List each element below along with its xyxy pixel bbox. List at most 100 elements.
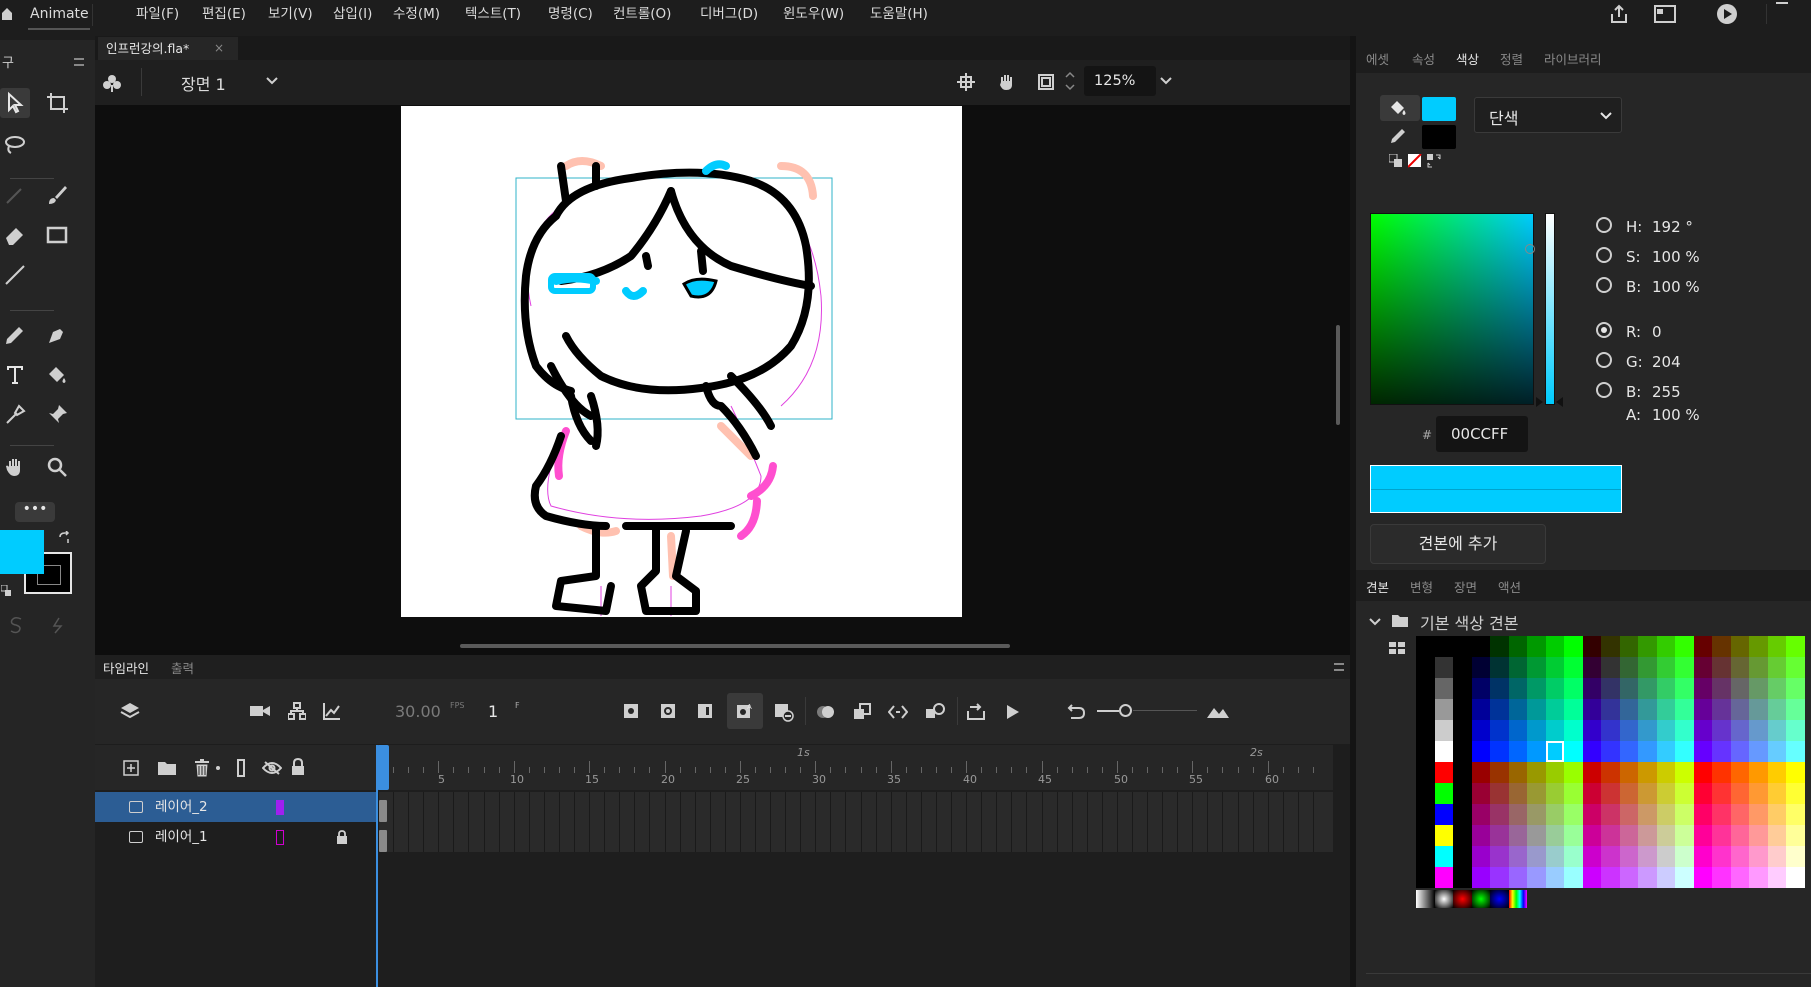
color-swatch[interactable] bbox=[1712, 720, 1731, 741]
frames-row[interactable] bbox=[378, 792, 1333, 822]
current-frame[interactable]: 1 bbox=[488, 702, 498, 721]
tab-scene[interactable]: 장면 bbox=[1454, 575, 1477, 601]
alpha-value[interactable]: 100 % bbox=[1652, 406, 1700, 424]
color-swatch[interactable] bbox=[1490, 804, 1509, 825]
pencil-tool-icon[interactable] bbox=[0, 320, 30, 350]
menu-control[interactable]: 컨트롤(O) bbox=[613, 0, 671, 28]
color-swatch[interactable] bbox=[1749, 720, 1768, 741]
color-swatch[interactable] bbox=[1619, 867, 1638, 888]
add-to-swatches-button[interactable]: 견본에 추가 bbox=[1370, 524, 1546, 564]
color-swatch[interactable] bbox=[1712, 678, 1731, 699]
color-swatch[interactable] bbox=[1619, 804, 1638, 825]
color-swatch[interactable] bbox=[1434, 741, 1453, 762]
color-swatch[interactable] bbox=[1656, 804, 1675, 825]
color-swatch[interactable] bbox=[1416, 741, 1435, 762]
color-swatch[interactable] bbox=[1619, 846, 1638, 867]
color-swatch[interactable] bbox=[1434, 783, 1453, 804]
color-swatch[interactable] bbox=[1582, 762, 1601, 783]
color-swatch[interactable] bbox=[1712, 657, 1731, 678]
tab-library[interactable]: 라이브러리 bbox=[1544, 47, 1602, 73]
swap-icon[interactable] bbox=[1426, 153, 1442, 169]
test-movie-icon[interactable] bbox=[1714, 1, 1740, 27]
color-swatch[interactable] bbox=[1730, 636, 1749, 657]
selection-tool-icon[interactable] bbox=[0, 88, 30, 118]
lock-layers-icon[interactable] bbox=[289, 757, 307, 777]
color-swatch[interactable] bbox=[1434, 804, 1453, 825]
delete-layer-icon[interactable] bbox=[192, 758, 212, 778]
camera-icon[interactable] bbox=[248, 699, 272, 723]
color-swatch[interactable] bbox=[1675, 678, 1694, 699]
tab-color[interactable]: 색상 bbox=[1456, 47, 1480, 75]
fps-value[interactable]: 30.00 bbox=[395, 702, 441, 721]
paint-bucket-tool-icon[interactable] bbox=[42, 360, 72, 390]
pen-tool-icon[interactable] bbox=[42, 320, 72, 350]
color-swatch[interactable] bbox=[1508, 678, 1527, 699]
onion-skin-icon[interactable] bbox=[815, 701, 837, 723]
color-swatch[interactable] bbox=[1786, 678, 1805, 699]
color-swatch[interactable] bbox=[1490, 867, 1509, 888]
menu-edit[interactable]: 편집(E) bbox=[202, 0, 246, 28]
tab-transform[interactable]: 변형 bbox=[1410, 575, 1433, 601]
color-swatch[interactable] bbox=[1453, 720, 1472, 741]
color-swatch[interactable] bbox=[1712, 804, 1731, 825]
color-swatch[interactable] bbox=[1693, 846, 1712, 867]
pin-tool-icon[interactable] bbox=[42, 400, 72, 430]
color-swatch[interactable] bbox=[1730, 825, 1749, 846]
menu-debug[interactable]: 디버그(D) bbox=[700, 0, 758, 28]
color-swatch[interactable] bbox=[1712, 636, 1731, 657]
gradient-swatch[interactable] bbox=[1508, 890, 1527, 908]
color-swatch[interactable] bbox=[1582, 867, 1601, 888]
default-colors-icon[interactable] bbox=[0, 584, 12, 598]
keyframe[interactable] bbox=[379, 800, 387, 822]
insert-frame-icon[interactable] bbox=[695, 701, 715, 721]
chevron-down-icon[interactable] bbox=[1368, 616, 1382, 628]
color-swatch[interactable] bbox=[1527, 741, 1546, 762]
color-swatch[interactable] bbox=[1601, 699, 1620, 720]
snap-icon[interactable] bbox=[6, 615, 26, 635]
color-swatch[interactable] bbox=[1619, 762, 1638, 783]
color-swatch[interactable] bbox=[1638, 741, 1657, 762]
gradient-swatch[interactable] bbox=[1434, 890, 1453, 908]
color-swatch[interactable] bbox=[1601, 825, 1620, 846]
color-swatch[interactable] bbox=[1730, 678, 1749, 699]
color-swatch[interactable] bbox=[1434, 657, 1453, 678]
color-swatch[interactable] bbox=[1490, 741, 1509, 762]
color-swatch[interactable] bbox=[1527, 846, 1546, 867]
color-swatch[interactable] bbox=[1471, 783, 1490, 804]
chevron-down-icon[interactable] bbox=[265, 74, 279, 88]
color-swatch[interactable] bbox=[1730, 846, 1749, 867]
color-swatch[interactable] bbox=[1638, 720, 1657, 741]
new-layer-icon[interactable] bbox=[121, 758, 141, 778]
color-swatch[interactable] bbox=[1656, 678, 1675, 699]
color-swatch[interactable] bbox=[1564, 804, 1583, 825]
color-swatch[interactable] bbox=[1471, 657, 1490, 678]
home-icon[interactable] bbox=[0, 4, 14, 24]
color-swatch[interactable] bbox=[1490, 825, 1509, 846]
grid-view-icon[interactable] bbox=[1388, 641, 1406, 655]
frames-row[interactable] bbox=[378, 822, 1333, 852]
color-swatch[interactable] bbox=[1619, 699, 1638, 720]
hide-layers-icon[interactable] bbox=[261, 759, 283, 777]
gradient-swatch[interactable] bbox=[1471, 890, 1490, 908]
color-swatch[interactable] bbox=[1471, 741, 1490, 762]
radio-h[interactable] bbox=[1596, 217, 1612, 233]
menu-help[interactable]: 도움말(H) bbox=[870, 0, 928, 28]
insert-keyframe-icon[interactable] bbox=[621, 701, 641, 721]
scene-name[interactable]: 장면 1 bbox=[181, 71, 226, 95]
color-swatch[interactable] bbox=[1490, 720, 1509, 741]
play-icon[interactable] bbox=[1002, 701, 1024, 723]
color-swatch[interactable] bbox=[1693, 657, 1712, 678]
color-swatch[interactable] bbox=[1527, 699, 1546, 720]
color-swatch[interactable] bbox=[1471, 846, 1490, 867]
more-tools-icon[interactable]: ••• bbox=[15, 502, 55, 522]
color-swatch[interactable] bbox=[1582, 636, 1601, 657]
menu-modify[interactable]: 수정(M) bbox=[393, 0, 440, 28]
hand-tool-icon[interactable] bbox=[0, 452, 30, 482]
color-swatch[interactable] bbox=[1693, 804, 1712, 825]
color-swatch[interactable] bbox=[1601, 741, 1620, 762]
color-swatch[interactable] bbox=[1619, 741, 1638, 762]
color-swatch[interactable] bbox=[1638, 762, 1657, 783]
color-swatch[interactable] bbox=[1638, 846, 1657, 867]
color-swatch[interactable] bbox=[1508, 804, 1527, 825]
color-swatch[interactable] bbox=[1434, 699, 1453, 720]
